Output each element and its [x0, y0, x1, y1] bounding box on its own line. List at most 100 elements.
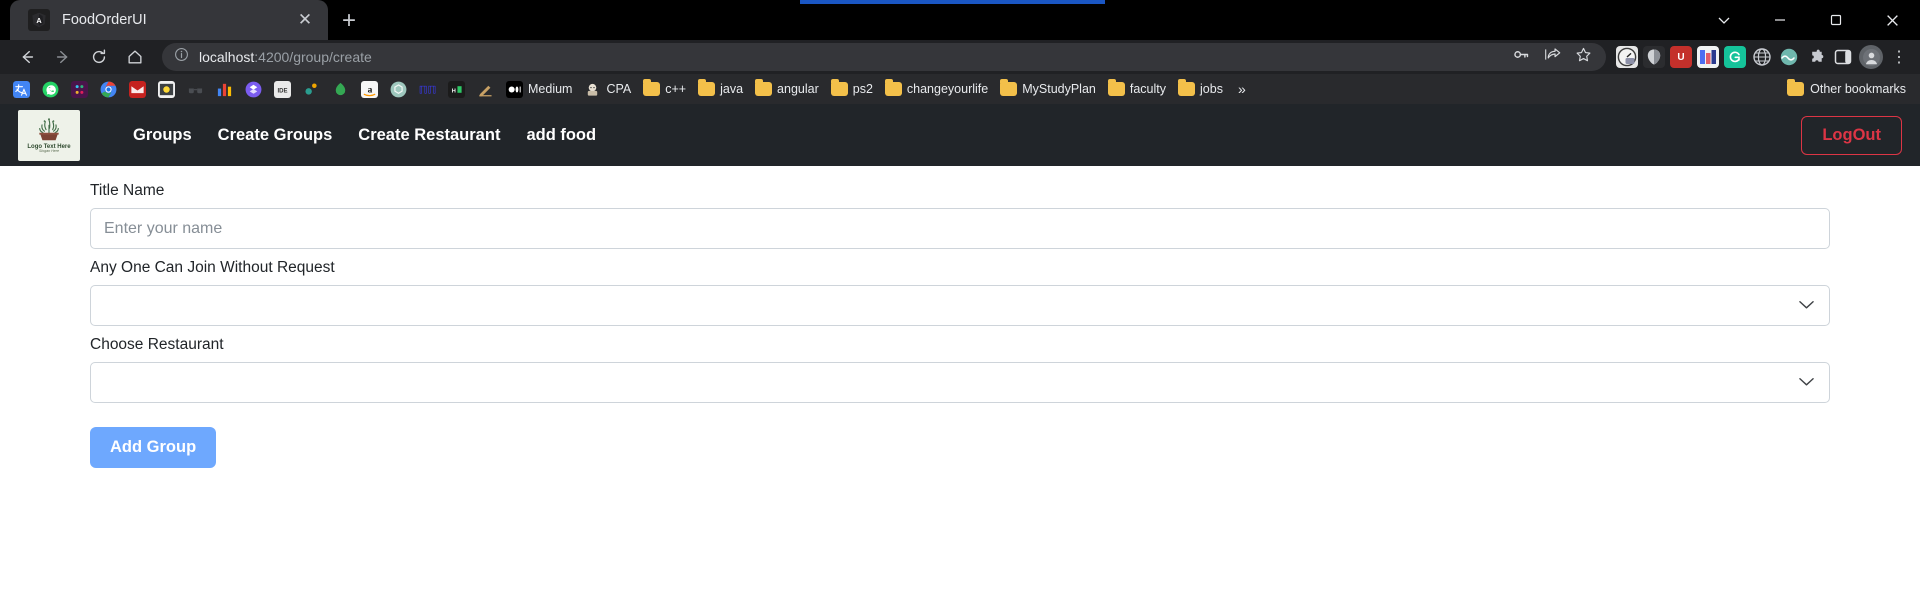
bookmark-folder[interactable]: java	[693, 79, 748, 99]
bookmark-item[interactable]	[240, 78, 267, 101]
plant-logo[interactable]: Logo Text Here Slogan Here	[18, 109, 80, 161]
bookmark-label: jobs	[1200, 82, 1223, 96]
share-icon[interactable]	[1544, 47, 1561, 67]
chevron-down-icon[interactable]	[1696, 0, 1752, 40]
other-bookmarks-label: Other bookmarks	[1810, 82, 1906, 96]
bookmark-item[interactable]	[124, 78, 151, 101]
tabstrip-accent-bar	[800, 0, 1105, 4]
bookmark-item[interactable]: ℿℿ	[414, 78, 441, 101]
svg-text:H: H	[452, 88, 456, 94]
nn-icon: ℿℿ	[419, 81, 436, 98]
bookmark-star-icon[interactable]	[1575, 47, 1592, 68]
bookmark-item[interactable]	[95, 78, 122, 101]
openai-icon	[390, 81, 407, 98]
nav-create-restaurant[interactable]: Create Restaurant	[345, 120, 513, 151]
back-arrow-icon[interactable]	[10, 42, 44, 72]
bookmark-item[interactable]: H	[443, 78, 470, 101]
title-name-input[interactable]	[90, 208, 1830, 249]
grid-extension-icon[interactable]	[1697, 46, 1719, 68]
close-icon[interactable]: ✕	[294, 10, 316, 30]
maximize-icon[interactable]	[1808, 0, 1864, 40]
translate-icon	[13, 80, 30, 98]
grammarly-extension-icon[interactable]	[1724, 46, 1746, 68]
add-group-button[interactable]: Add Group	[90, 427, 217, 468]
window-controls	[1696, 0, 1920, 40]
ghostery-extension-icon[interactable]	[1643, 46, 1665, 68]
globe-extension-icon[interactable]	[1751, 46, 1773, 68]
bookmark-item[interactable]	[211, 78, 238, 101]
bookmark-item[interactable]	[298, 78, 325, 101]
bookmark-item[interactable]: Medium	[501, 78, 577, 101]
bookmark-item[interactable]	[472, 78, 499, 101]
join-without-request-label: Any One Can Join Without Request	[90, 259, 335, 276]
folder-icon	[643, 79, 661, 96]
minimize-icon[interactable]	[1752, 0, 1808, 40]
join-without-request-select-wrapper	[90, 285, 1830, 326]
udemy-extension-icon[interactable]: U	[1670, 46, 1692, 68]
address-bar-url: localhost:4200/group/create	[199, 49, 372, 65]
plus-icon[interactable]: +	[342, 7, 356, 35]
speedtest-extension-icon[interactable]	[1616, 46, 1638, 68]
choose-restaurant-select[interactable]	[90, 362, 1830, 403]
svg-text:IDE: IDE	[277, 88, 287, 94]
angular-icon: A	[28, 9, 50, 31]
bookmark-item[interactable]	[37, 78, 64, 101]
folder-icon	[755, 79, 773, 96]
forward-arrow-icon[interactable]	[46, 42, 80, 72]
bookmark-item[interactable]	[8, 78, 35, 101]
folder-icon	[830, 79, 848, 96]
bookmark-item[interactable]	[66, 78, 93, 101]
browser-window: A FoodOrderUI ✕ + localhost:4200/group/c…	[0, 0, 1920, 603]
nav-add-food[interactable]: add food	[513, 120, 609, 151]
extensions-row: U ⋮	[1616, 45, 1910, 69]
bookmark-folder[interactable]: ps2	[826, 79, 878, 99]
bookmark-item[interactable]	[153, 78, 180, 101]
bookmark-folder[interactable]: faculty	[1103, 79, 1171, 99]
profile-avatar-icon[interactable]	[1859, 45, 1883, 69]
bookmark-item[interactable]: IDE	[269, 78, 296, 101]
kebab-menu-icon[interactable]: ⋮	[1888, 47, 1910, 67]
site-info-icon[interactable]	[174, 47, 189, 67]
bookmark-folder[interactable]: jobs	[1173, 79, 1228, 99]
web-page: Logo Text Here Slogan Here Groups Create…	[0, 104, 1920, 603]
bookmark-item[interactable]	[385, 78, 412, 101]
dropbox-icon	[245, 81, 262, 98]
bookmark-folder[interactable]: angular	[750, 79, 824, 99]
nav-groups[interactable]: Groups	[120, 120, 205, 151]
close-icon[interactable]	[1864, 0, 1920, 40]
bookmark-item[interactable]: a	[356, 78, 383, 101]
create-group-form: Title Name Any One Can Join Without Requ…	[0, 166, 1920, 603]
puzzle-extensions-icon[interactable]	[1805, 46, 1827, 68]
bookmark-folder[interactable]: c++	[638, 79, 691, 99]
password-key-icon[interactable]	[1513, 47, 1530, 67]
chevron-double-right-icon[interactable]: »	[1230, 81, 1254, 97]
whatsapp-icon	[42, 81, 59, 98]
reload-icon[interactable]	[82, 42, 116, 72]
bookmark-label: changeyourlife	[906, 82, 989, 96]
slack-icon	[71, 80, 88, 98]
join-without-request-select[interactable]	[90, 285, 1830, 326]
browser-toolbar: localhost:4200/group/create U ⋮	[0, 40, 1920, 74]
bookmark-item[interactable]: CPA	[579, 78, 636, 101]
bookmark-label: faculty	[1129, 82, 1167, 96]
notes-icon	[158, 80, 175, 98]
address-bar[interactable]: localhost:4200/group/create	[162, 43, 1606, 71]
other-bookmarks-folder[interactable]: Other bookmarks	[1782, 79, 1912, 99]
sidepanel-icon[interactable]	[1832, 46, 1854, 68]
amazon-icon: a	[361, 80, 378, 98]
logout-button[interactable]: LogOut	[1801, 115, 1902, 155]
bookmark-folder[interactable]: MyStudyPlan	[995, 79, 1101, 99]
medium-icon	[506, 80, 523, 98]
title-name-label: Title Name	[90, 182, 165, 199]
bookmark-item[interactable]	[182, 78, 209, 101]
logo-subtext: Slogan Here	[39, 148, 59, 153]
nav-create-groups[interactable]: Create Groups	[205, 120, 346, 151]
bookmark-item[interactable]	[327, 78, 354, 101]
bookmark-folder[interactable]: changeyourlife	[880, 79, 993, 99]
svg-text:A: A	[36, 16, 42, 25]
bookmarks-bar: IDE a ℿℿ H Medium CPA c++ java angular p…	[0, 74, 1920, 104]
home-icon[interactable]	[118, 42, 152, 72]
wave-extension-icon[interactable]	[1778, 46, 1800, 68]
tab-strip: A FoodOrderUI ✕ +	[0, 0, 1920, 40]
browser-tab[interactable]: A FoodOrderUI ✕	[10, 0, 328, 40]
